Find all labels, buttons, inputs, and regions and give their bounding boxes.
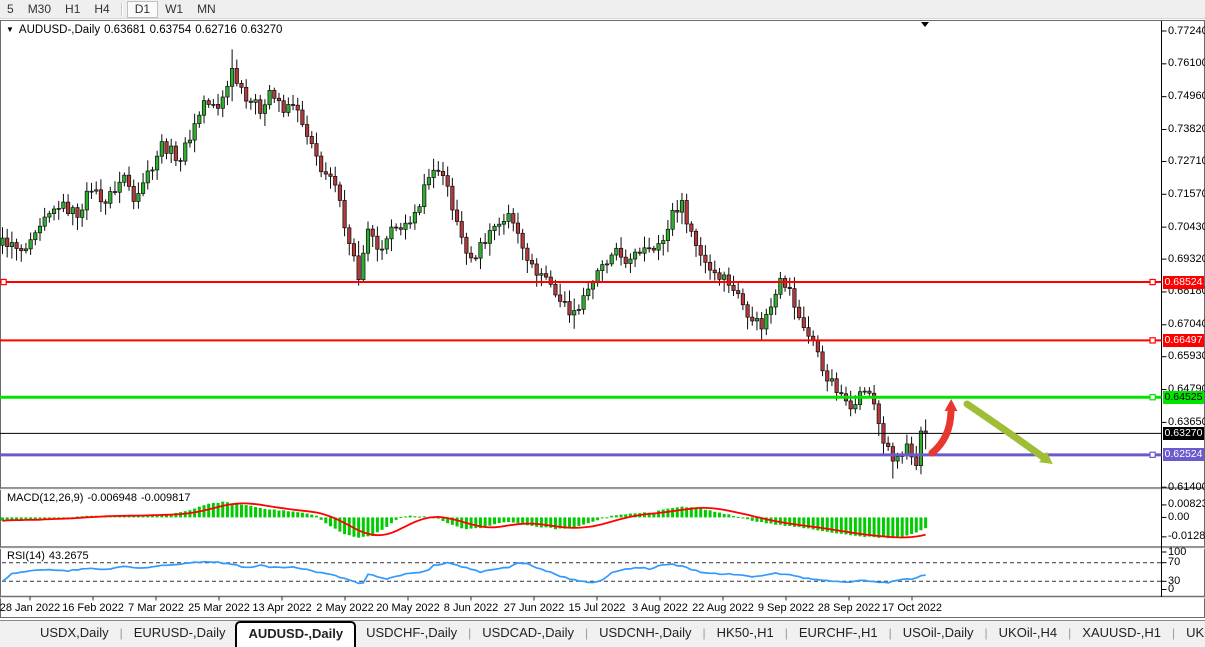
symbol-tab-usoil-daily[interactable]: USOil-,Daily [893, 621, 984, 647]
mt4-window: 5 M30 H1 H4 D1 W1 MN ▼ AUDUSD-,Daily 0.63681 0.63… [0, 0, 1205, 647]
symbol-tab-usdchf-daily[interactable]: USDCHF-,Daily [356, 621, 467, 647]
symbol-tab-eurusd-daily[interactable]: EURUSD-,Daily [124, 621, 236, 647]
symbol-tab-audusd-daily[interactable]: AUDUSD-,Daily [235, 621, 357, 647]
toolbar-divider [120, 2, 123, 16]
symbol-tab-ukoil-daily[interactable]: UKOil-,Daily [1176, 621, 1205, 647]
symbol-tab-bar: USDX,Daily | EURUSD-,Daily AUDUSD-,Daily USD… [0, 620, 1205, 647]
chart-frame [0, 20, 1205, 618]
symbol-tab-xauusd-h1[interactable]: XAUUSD-,H1 [1072, 621, 1171, 647]
symbol-tab-hk50-h1[interactable]: HK50-,H1 [707, 621, 784, 647]
timeframe-button-d1[interactable]: D1 [126, 0, 159, 18]
timeframe-toolbar: 5 M30 H1 H4 D1 W1 MN [0, 0, 1205, 19]
symbol-tab-eurchf-h1[interactable]: EURCHF-,H1 [789, 621, 888, 647]
symbol-tab-usdx-daily[interactable]: USDX,Daily [30, 621, 119, 647]
timeframe-button-mn[interactable]: MN [190, 1, 223, 17]
chart-canvas[interactable] [0, 0, 1205, 618]
timeframe-button-w1[interactable]: W1 [158, 1, 190, 17]
timeframe-button-h1[interactable]: H1 [58, 1, 87, 17]
timeframe-button-5[interactable]: 5 [0, 1, 21, 17]
timeframe-button-m30[interactable]: M30 [21, 1, 58, 17]
timeframe-button-h4[interactable]: H4 [87, 1, 116, 17]
symbol-tab-usdcnh-daily[interactable]: USDCNH-,Daily [589, 621, 701, 647]
symbol-tab-ukoil-h4[interactable]: UKOil-,H4 [989, 621, 1068, 647]
symbol-tab-usdcad-daily[interactable]: USDCAD-,Daily [472, 621, 584, 647]
